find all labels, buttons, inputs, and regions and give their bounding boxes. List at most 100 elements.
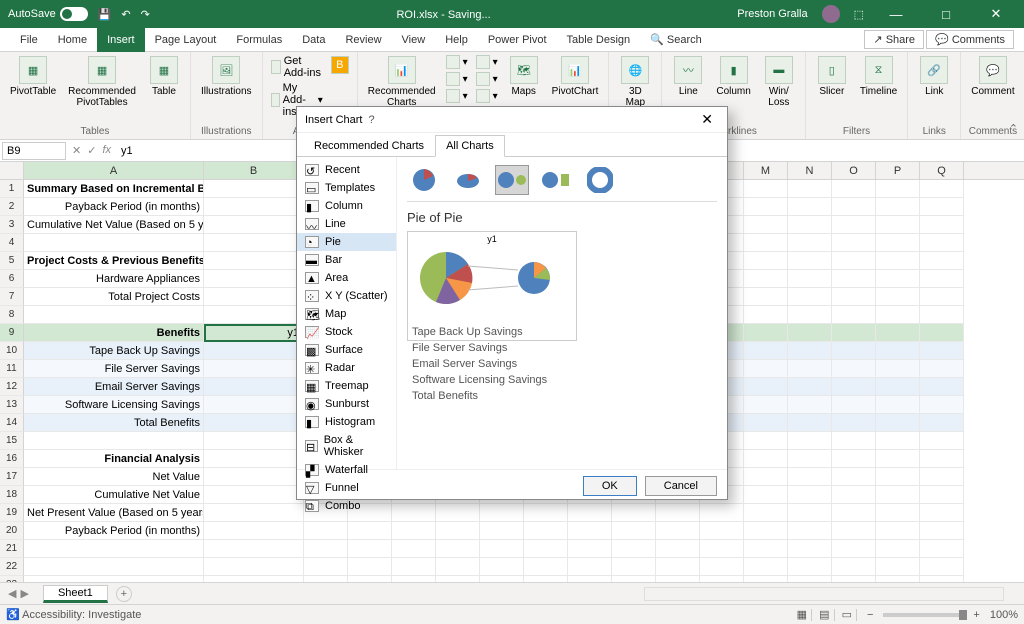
row-head[interactable]: 11 (0, 360, 24, 378)
row-head[interactable]: 15 (0, 432, 24, 450)
cell[interactable] (788, 324, 832, 342)
cell[interactable]: Hardware Appliances (24, 270, 204, 288)
chart-category-treemap[interactable]: ▦Treemap (297, 377, 396, 395)
cell[interactable] (204, 576, 304, 582)
pivotchart-button[interactable]: 📊PivotChart (548, 54, 603, 99)
cell[interactable] (524, 576, 568, 582)
fx-icon[interactable]: fx (102, 144, 111, 157)
cell[interactable] (920, 576, 964, 582)
row-head[interactable]: 7 (0, 288, 24, 306)
scatter-chart-dropdown[interactable]: ▾ (474, 88, 500, 104)
cell[interactable] (920, 522, 964, 540)
cell[interactable] (204, 252, 304, 270)
cell[interactable] (920, 288, 964, 306)
cell[interactable]: Net Present Value (Based on 5 years) (24, 504, 204, 522)
cell[interactable] (788, 522, 832, 540)
dialog-close-icon[interactable]: ✕ (695, 111, 719, 128)
cell[interactable] (436, 576, 480, 582)
cell[interactable] (788, 540, 832, 558)
cell[interactable] (788, 360, 832, 378)
cell[interactable] (832, 576, 876, 582)
chart-category-area[interactable]: ▲Area (297, 269, 396, 287)
cell[interactable]: Total Benefits (24, 414, 204, 432)
tab-page-layout[interactable]: Page Layout (145, 28, 227, 52)
cell[interactable] (788, 576, 832, 582)
cell[interactable] (920, 306, 964, 324)
sheet-nav-prev-icon[interactable]: ◀ (8, 587, 16, 600)
cell[interactable] (392, 558, 436, 576)
cell[interactable] (832, 450, 876, 468)
cell[interactable]: Email Server Savings (24, 378, 204, 396)
statistic-chart-dropdown[interactable]: ▾ (474, 71, 500, 87)
cell[interactable] (744, 288, 788, 306)
row-head[interactable]: 3 (0, 216, 24, 234)
cell[interactable] (876, 414, 920, 432)
ok-button[interactable]: OK (583, 476, 637, 496)
cell[interactable] (832, 306, 876, 324)
cell[interactable] (832, 468, 876, 486)
cell[interactable] (788, 180, 832, 198)
cell[interactable] (204, 468, 304, 486)
cell[interactable] (876, 216, 920, 234)
hierarchy-chart-dropdown[interactable]: ▾ (474, 54, 500, 70)
chart-category-box-whisker[interactable]: ⊟Box & Whisker (297, 431, 396, 461)
cell[interactable]: Summary Based on Incremental Benefits (24, 180, 204, 198)
3d-map-button[interactable]: 🌐3D Map (615, 54, 655, 110)
row-head[interactable]: 13 (0, 396, 24, 414)
cell[interactable] (876, 576, 920, 582)
cell[interactable] (700, 576, 744, 582)
cell[interactable] (832, 378, 876, 396)
cell[interactable] (920, 558, 964, 576)
cell[interactable] (788, 288, 832, 306)
row-head[interactable]: 2 (0, 198, 24, 216)
subtype-pie[interactable] (407, 165, 441, 195)
cell[interactable] (920, 270, 964, 288)
cell[interactable] (304, 540, 348, 558)
cell[interactable]: Payback Period (in months) (24, 522, 204, 540)
chart-category-templates[interactable]: ▭Templates (297, 179, 396, 197)
row-head[interactable]: 17 (0, 468, 24, 486)
chart-category-funnel[interactable]: ▽Funnel (297, 479, 396, 497)
bing-maps-button[interactable]: B (329, 54, 351, 76)
cell[interactable] (744, 252, 788, 270)
collapse-ribbon-icon[interactable]: ⌃ (1009, 122, 1018, 135)
link-button[interactable]: 🔗Link (914, 54, 954, 99)
maximize-button[interactable]: □ (928, 7, 964, 22)
cell[interactable] (876, 486, 920, 504)
cell[interactable] (920, 216, 964, 234)
cell[interactable] (304, 576, 348, 582)
cell[interactable] (204, 378, 304, 396)
cell[interactable] (832, 486, 876, 504)
comment-button[interactable]: 💬Comment (967, 54, 1018, 99)
cell[interactable]: Cumulative Net Value (24, 486, 204, 504)
dialog-title-bar[interactable]: Insert Chart ? ✕ (297, 107, 727, 133)
minimize-button[interactable]: ― (878, 7, 914, 22)
cell[interactable] (568, 558, 612, 576)
row-head[interactable]: 23 (0, 576, 24, 582)
search-box[interactable]: 🔍 Search (640, 28, 712, 52)
cell[interactable] (744, 342, 788, 360)
toggle-switch[interactable] (60, 7, 88, 21)
user-name[interactable]: Preston Gralla (737, 8, 807, 20)
chart-category-map[interactable]: 🗺Map (297, 305, 396, 323)
cell[interactable] (832, 504, 876, 522)
cell[interactable] (24, 540, 204, 558)
dialog-help-icon[interactable]: ? (362, 114, 380, 126)
slicer-button[interactable]: ▯Slicer (812, 54, 852, 99)
cell[interactable] (920, 486, 964, 504)
cell[interactable] (204, 558, 304, 576)
tab-all-charts[interactable]: All Charts (435, 135, 505, 157)
cell[interactable] (920, 342, 964, 360)
cell[interactable] (832, 414, 876, 432)
cell[interactable] (700, 558, 744, 576)
subtype-bar-of-pie[interactable] (539, 165, 573, 195)
cell[interactable] (876, 324, 920, 342)
cell[interactable] (744, 576, 788, 582)
row-head[interactable]: 5 (0, 252, 24, 270)
cell[interactable] (524, 504, 568, 522)
cell[interactable] (204, 270, 304, 288)
tab-recommended-charts[interactable]: Recommended Charts (303, 135, 435, 157)
pie-chart-dropdown[interactable]: ▾ (444, 88, 470, 104)
cell[interactable] (832, 252, 876, 270)
cell[interactable] (348, 558, 392, 576)
